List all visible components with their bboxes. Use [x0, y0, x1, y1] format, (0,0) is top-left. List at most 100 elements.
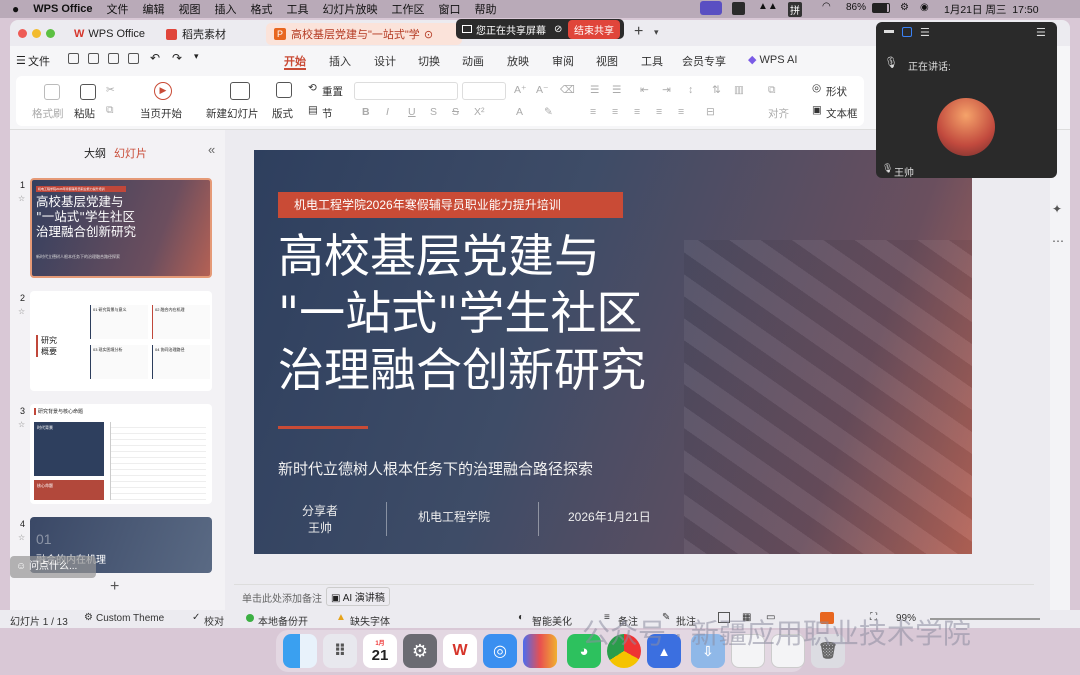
- missing-font-button[interactable]: 缺失字体: [350, 613, 390, 628]
- play-from-current-icon[interactable]: ▶: [154, 82, 172, 100]
- star-icon[interactable]: ☆: [18, 533, 25, 542]
- align-button[interactable]: 对齐: [768, 106, 789, 121]
- notes-placeholder[interactable]: 单击此处添加备注: [242, 590, 322, 605]
- menu-window[interactable]: 窗口: [439, 1, 461, 17]
- ai-ask-bubble[interactable]: ☺ 问点什么...: [10, 556, 96, 578]
- control-center-icon[interactable]: ⚙: [900, 2, 909, 13]
- finder-icon[interactable]: [283, 634, 317, 668]
- align-right-icon[interactable]: ≡: [634, 106, 640, 118]
- tab-presentation[interactable]: P 高校基层党建与"一站式"学 ⊙: [266, 23, 462, 45]
- wps-icon[interactable]: W: [443, 634, 477, 668]
- undo-icon[interactable]: ↶: [150, 51, 160, 65]
- tab-docer[interactable]: 稻壳素材: [158, 23, 262, 45]
- more-icon[interactable]: ⋯: [1052, 234, 1064, 248]
- app-store-icon[interactable]: [523, 634, 557, 668]
- tab-design[interactable]: 设计: [374, 53, 396, 69]
- slide-thumb-2[interactable]: 研究 概要 01 研究背景与意义 02 融合内在机理 03 现实困境分析 04 …: [30, 291, 212, 391]
- file-menu[interactable]: 文件: [28, 53, 50, 69]
- italic-icon[interactable]: I: [386, 106, 389, 118]
- slide-canvas[interactable]: 机电工程学院2026年寒假辅导员职业能力提升培训 高校基层党建与 "一站式"学生…: [254, 150, 972, 554]
- paste-button[interactable]: 粘贴: [74, 106, 95, 121]
- star-icon[interactable]: ☆: [18, 420, 25, 429]
- preview-icon[interactable]: [128, 53, 139, 64]
- slides-tab[interactable]: 幻灯片: [114, 145, 147, 161]
- battery-icon[interactable]: [872, 3, 890, 13]
- presenter-label[interactable]: 分享者: [302, 502, 338, 519]
- tab-tools[interactable]: 工具: [641, 53, 663, 69]
- layout-button[interactable]: 版式: [272, 106, 293, 121]
- align-left-icon[interactable]: ≡: [590, 106, 596, 118]
- layout-icon[interactable]: [276, 82, 292, 98]
- launchpad-icon[interactable]: ⠿: [323, 634, 357, 668]
- hide-share-icon[interactable]: ⊘: [554, 24, 562, 35]
- beautify-button[interactable]: 智能美化: [532, 613, 572, 628]
- shape-icon[interactable]: ◎: [812, 82, 821, 94]
- ime-indicator[interactable]: 拼: [788, 2, 802, 17]
- slide-tag[interactable]: 机电工程学院2026年寒假辅导员职业能力提升培训: [278, 192, 623, 218]
- arrange-icon[interactable]: ⧉: [768, 84, 776, 97]
- font-color-icon[interactable]: A: [516, 106, 523, 118]
- theme-name[interactable]: Custom Theme: [96, 613, 164, 624]
- slide-title[interactable]: 高校基层党建与 "一站式"学生社区 治理融合创新研究: [278, 228, 646, 399]
- bold-icon[interactable]: B: [362, 106, 370, 118]
- maximize-window-button[interactable]: [46, 29, 55, 38]
- wps-tray-icon[interactable]: [732, 2, 745, 15]
- wifi-icon[interactable]: ◠: [822, 1, 831, 12]
- menu-view[interactable]: 视图: [179, 1, 201, 17]
- tab-member[interactable]: 会员专享: [682, 53, 726, 69]
- ai-speech-button[interactable]: ▣ AI 演讲稿: [326, 587, 390, 606]
- screen-share-icon[interactable]: [700, 1, 722, 15]
- minimize-panel-icon[interactable]: [884, 30, 894, 33]
- shrink-font-icon[interactable]: A⁻: [536, 84, 549, 96]
- mic-icon[interactable]: 🎙︎: [884, 56, 898, 69]
- slide-counter[interactable]: 幻灯片 1 / 13: [10, 613, 68, 628]
- font-family-select[interactable]: [354, 82, 458, 100]
- tab-slideshow[interactable]: 放映: [507, 53, 529, 69]
- menu-tools[interactable]: 工具: [287, 1, 309, 17]
- justify-icon[interactable]: ≡: [656, 106, 662, 118]
- strikethrough-icon[interactable]: S: [452, 106, 459, 118]
- close-window-button[interactable]: [18, 29, 27, 38]
- magic-icon[interactable]: ✦: [1052, 202, 1062, 216]
- minimize-window-button[interactable]: [32, 29, 41, 38]
- tab-review[interactable]: 审阅: [552, 53, 574, 69]
- outline-tab[interactable]: 大纲: [84, 145, 106, 161]
- new-slide-icon[interactable]: [230, 82, 250, 100]
- print-icon[interactable]: [108, 53, 119, 64]
- menu-slideshow[interactable]: 幻灯片放映: [323, 1, 378, 17]
- menu-help[interactable]: 帮助: [475, 1, 497, 17]
- more-quick-icon[interactable]: ▾: [194, 51, 199, 62]
- slide-date[interactable]: 2026年1月21日: [568, 508, 651, 525]
- play-from-current-button[interactable]: 当页开始: [140, 106, 182, 121]
- shadow-icon[interactable]: S: [430, 106, 437, 118]
- tab-transition[interactable]: 切换: [418, 53, 440, 69]
- reset-icon[interactable]: ⟲: [308, 82, 317, 94]
- menu-file[interactable]: 文件: [107, 1, 129, 17]
- mountain-icon[interactable]: ▲▲: [758, 1, 778, 12]
- numbering-icon[interactable]: ☰: [612, 84, 621, 96]
- tab-close-icon[interactable]: ⊙: [424, 28, 433, 41]
- copy-icon[interactable]: ⧉: [106, 104, 114, 117]
- decrease-indent-icon[interactable]: ⇤: [640, 84, 649, 96]
- tab-insert[interactable]: 插入: [329, 53, 351, 69]
- proof-button[interactable]: 校对: [204, 613, 224, 628]
- new-slide-button[interactable]: 新建幻灯片: [206, 106, 259, 121]
- slide-thumb-1[interactable]: 机电工程学院2026年寒假辅导员职业能力提升培训 高校基层党建与 "一站式"学生…: [30, 178, 212, 278]
- align-center-icon[interactable]: ≡: [612, 106, 618, 118]
- list-mode-icon[interactable]: ☰: [920, 26, 930, 39]
- clear-format-icon[interactable]: ⌫: [560, 84, 575, 96]
- panel-menu-icon[interactable]: ☰: [1036, 26, 1046, 39]
- font-size-select[interactable]: [462, 82, 506, 100]
- clock[interactable]: 1月21日 周三 17:50: [944, 2, 1039, 17]
- menu-format[interactable]: 格式: [251, 1, 273, 17]
- slide-org[interactable]: 机电工程学院: [418, 508, 490, 525]
- increase-indent-icon[interactable]: ⇥: [662, 84, 671, 96]
- section-button[interactable]: 节: [322, 106, 333, 121]
- menu-workspace[interactable]: 工作区: [392, 1, 425, 17]
- bullets-icon[interactable]: ☰: [590, 84, 599, 96]
- reset-button[interactable]: 重置: [322, 84, 343, 99]
- add-slide-icon[interactable]: +: [110, 578, 119, 596]
- menu-insert[interactable]: 插入: [215, 1, 237, 17]
- safari-icon[interactable]: ◎: [483, 634, 517, 668]
- window-mode-icon[interactable]: [902, 27, 912, 37]
